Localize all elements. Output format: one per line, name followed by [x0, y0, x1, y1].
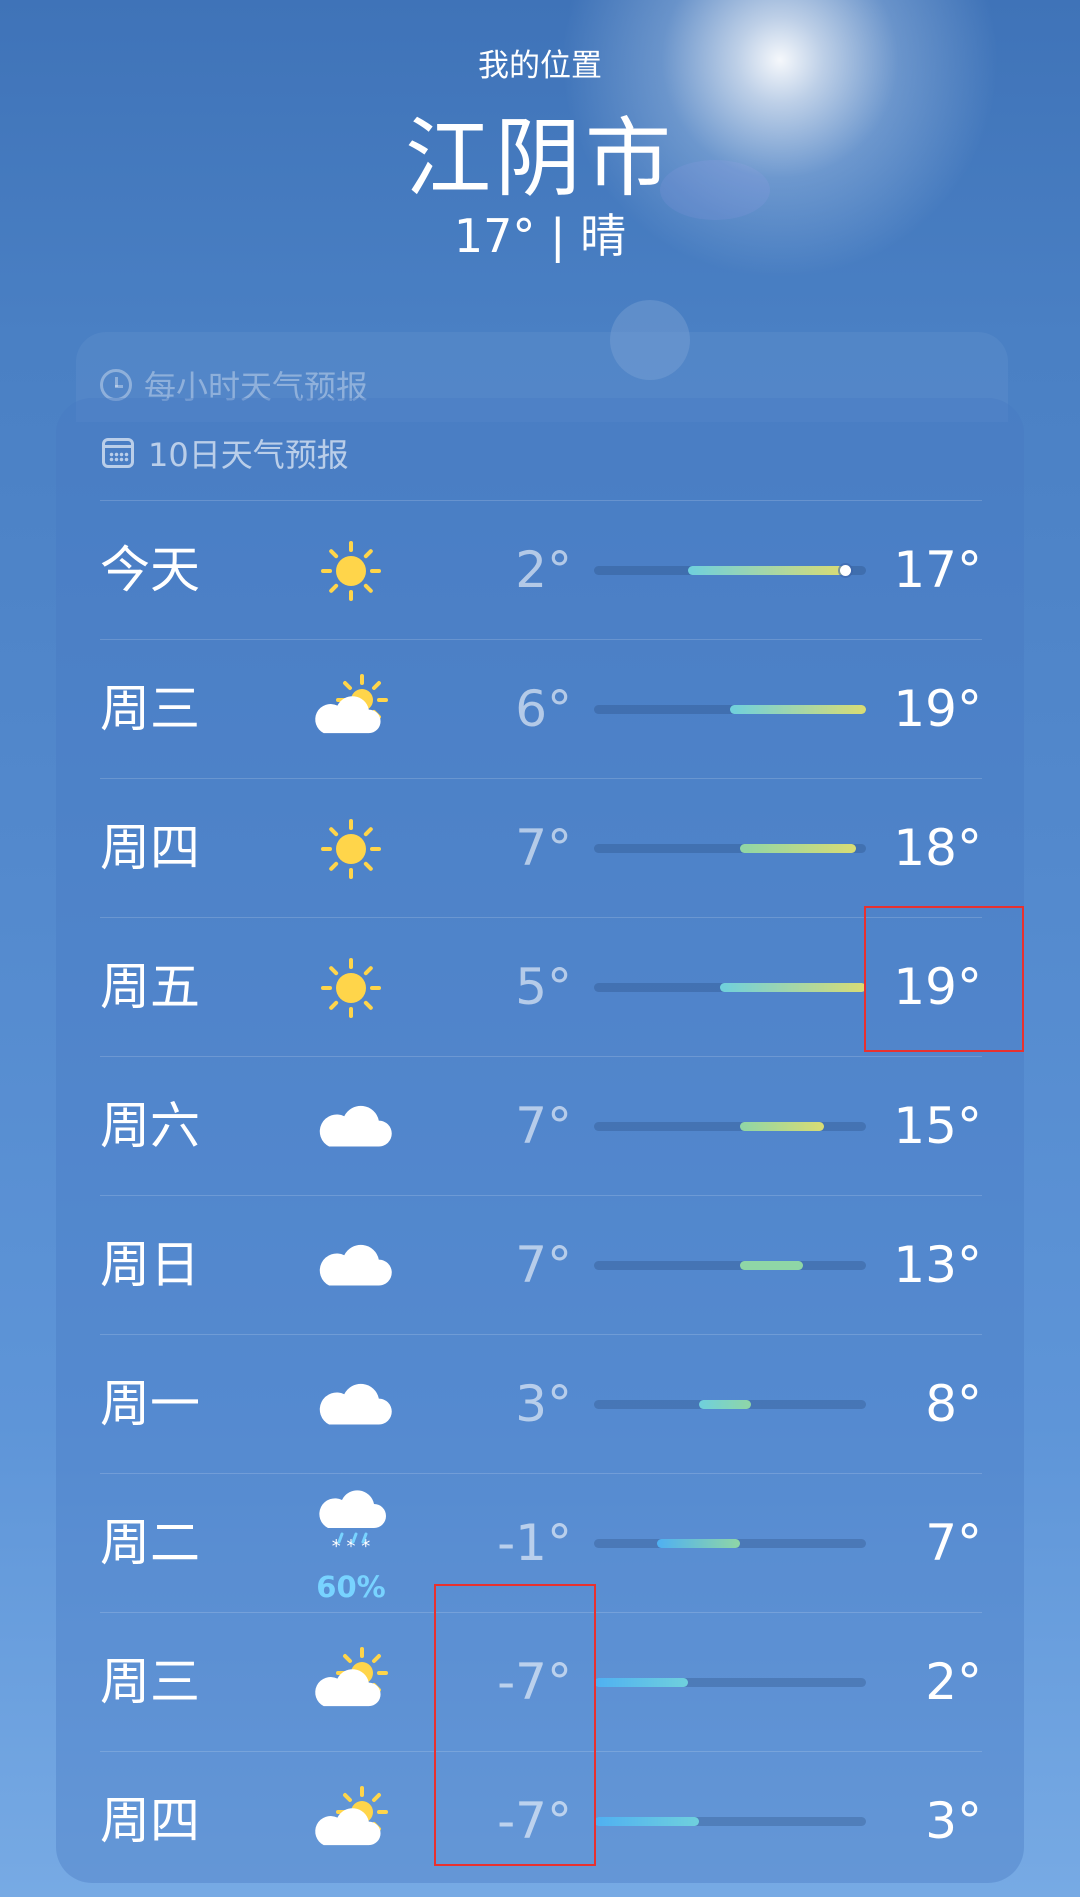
forecast-row[interactable]: 今天 2° 17°: [100, 500, 982, 639]
temp-range-track: [594, 844, 866, 853]
temp-range-bar: [740, 1261, 804, 1270]
temp-range-track: [594, 1817, 866, 1826]
forecast-row[interactable]: 周六 7° 15°: [100, 1056, 982, 1195]
high-temp: 7°: [925, 1514, 982, 1572]
forecast-row[interactable]: 周一 3° 8°: [100, 1334, 982, 1473]
high-temp: 17°: [893, 541, 982, 599]
current-summary: 17° | 晴: [453, 209, 627, 263]
temp-range-track: [594, 1400, 866, 1409]
high-temp: 15°: [893, 1097, 982, 1155]
low-temp: 5°: [515, 958, 572, 1016]
sun-icon: [306, 501, 396, 639]
calendar-icon: [102, 438, 134, 468]
day-label: 周四: [100, 819, 200, 877]
partly-cloudy-icon: [306, 1613, 396, 1751]
temp-range-bar: [656, 1539, 741, 1548]
temp-range-bar: [730, 705, 866, 714]
low-temp: 7°: [515, 819, 572, 877]
temp-range-bar: [594, 1678, 689, 1687]
temp-range-track: [594, 1261, 866, 1270]
day-label: 周一: [100, 1375, 200, 1433]
cloud-icon: [306, 1196, 396, 1334]
low-temp: 7°: [515, 1236, 572, 1294]
temp-range-track: [594, 705, 866, 714]
high-temp: 19°: [893, 680, 982, 738]
high-temp: 13°: [893, 1236, 982, 1294]
low-temp: 2°: [515, 541, 572, 599]
city-name: 江阴市: [405, 109, 675, 209]
temp-range-track: [594, 1122, 866, 1131]
low-temp: 6°: [515, 680, 572, 738]
ten-day-forecast-title: 10日天气预报: [102, 430, 349, 476]
low-temp: 3°: [515, 1375, 572, 1433]
temp-range-bar: [719, 983, 866, 992]
day-label: 周日: [100, 1236, 200, 1294]
temp-range-track: [594, 1539, 866, 1548]
forecast-row[interactable]: 周五 5° 19°: [100, 917, 982, 1056]
partly-cloudy-icon: [306, 1752, 396, 1890]
cloud-icon: [306, 1335, 396, 1473]
highlight-box: [434, 1584, 596, 1866]
temp-range-track: [594, 983, 866, 992]
temp-range-track: [594, 565, 866, 576]
temp-range-bar: [740, 1122, 825, 1131]
partly-cloudy-icon: [306, 640, 396, 778]
temp-range-bar: [594, 1817, 699, 1826]
current-temp-dot: [840, 565, 852, 576]
location-label: 我的位置: [478, 48, 602, 84]
low-temp: 7°: [515, 1097, 572, 1155]
day-label: 周三: [100, 680, 200, 738]
high-temp: 18°: [893, 819, 982, 877]
temp-range-bar: [698, 1400, 751, 1409]
cloud-icon: [306, 1057, 396, 1195]
day-label: 周六: [100, 1097, 200, 1155]
day-label: 周五: [100, 958, 200, 1016]
high-temp: 8°: [925, 1375, 982, 1433]
day-label: 周二: [100, 1514, 200, 1572]
day-label: 周四: [100, 1792, 200, 1850]
high-temp: 2°: [925, 1653, 982, 1711]
highlight-box: [864, 906, 1024, 1052]
day-label: 今天: [100, 541, 200, 599]
temp-range-bar: [740, 844, 856, 853]
ten-day-forecast-label: 10日天气预报: [148, 436, 349, 474]
temp-range-track: [594, 1678, 866, 1687]
precip-chance: 60%: [316, 1570, 386, 1604]
sun-icon: [306, 779, 396, 917]
cloud-snow-icon: * * * 60%: [306, 1474, 396, 1612]
sun-icon: [306, 918, 396, 1056]
clock-icon: [100, 369, 132, 401]
high-temp: 3°: [925, 1792, 982, 1850]
temp-range-bar: [688, 566, 846, 575]
forecast-row[interactable]: 周四 7° 18°: [100, 778, 982, 917]
day-label: 周三: [100, 1653, 200, 1711]
forecast-row[interactable]: 周日 7° 13°: [100, 1195, 982, 1334]
forecast-row[interactable]: 周三 6° 19°: [100, 639, 982, 778]
